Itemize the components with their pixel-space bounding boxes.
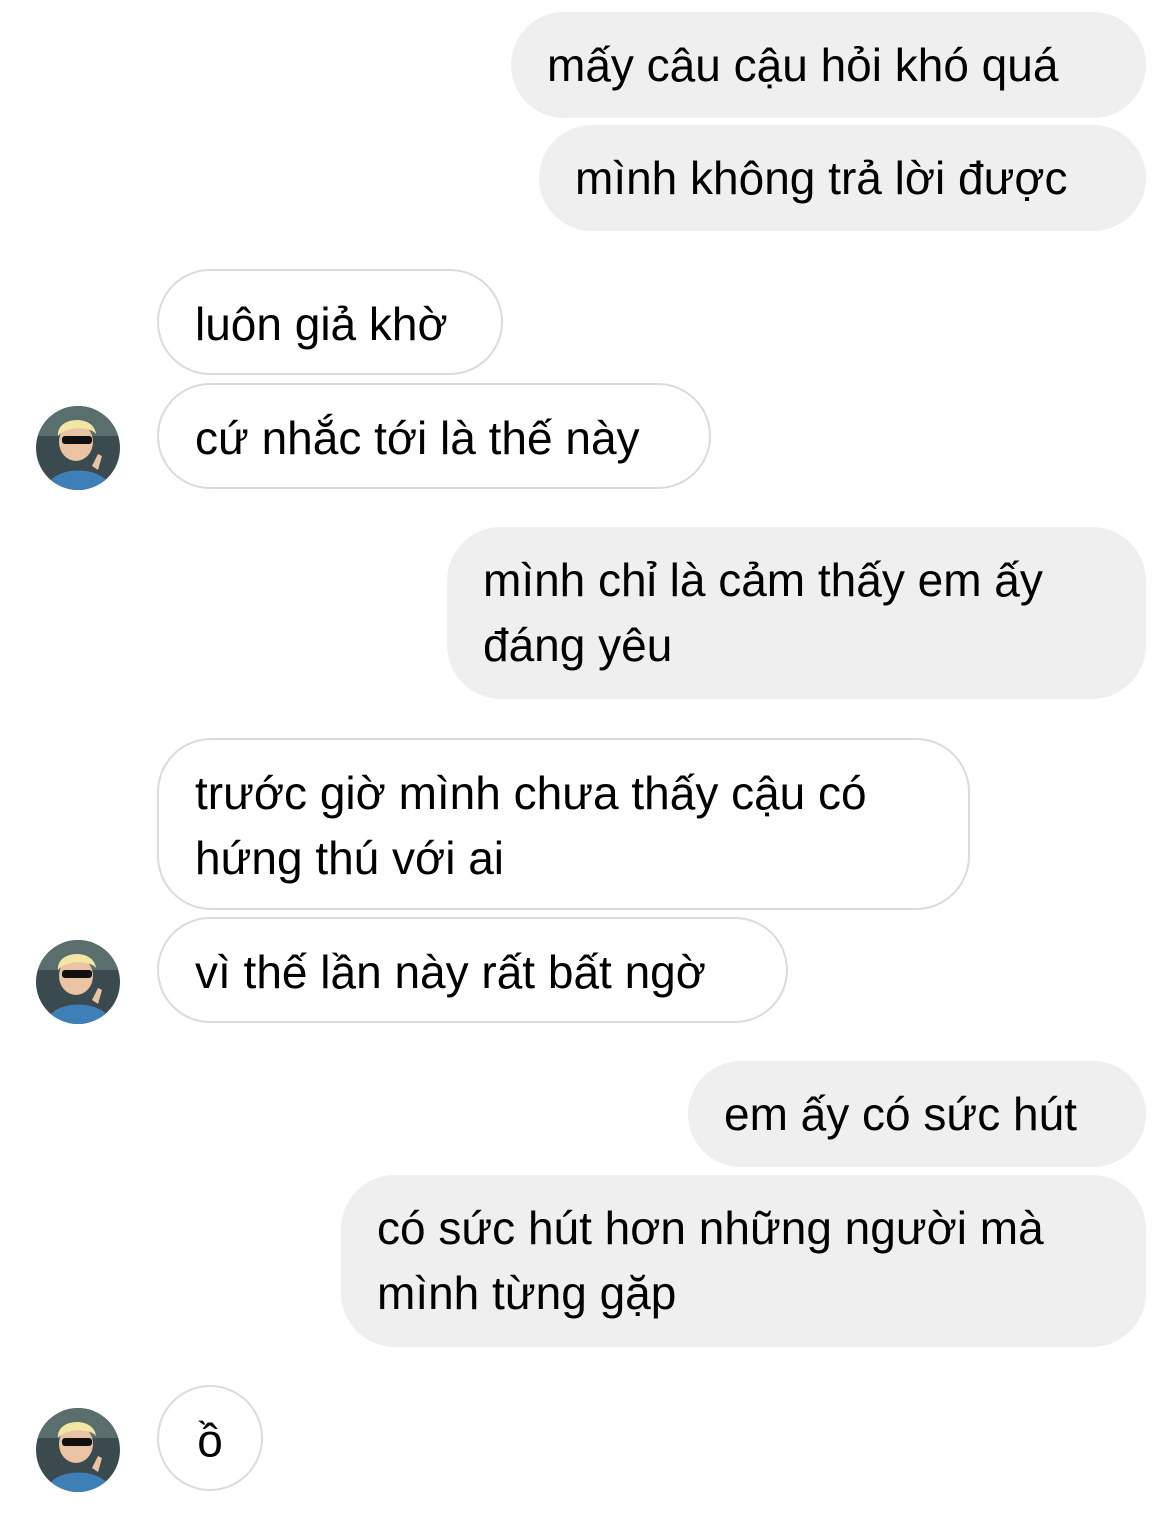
message-bubble-outgoing[interactable]: em ấy có sức hút <box>688 1061 1146 1167</box>
message-text: mấy câu cậu hỏi khó quá <box>547 39 1059 91</box>
message-thread: mấy câu cậu hỏi khó quá mình không trả l… <box>0 0 1170 1531</box>
message-text-line: có sức hút hơn những người mà <box>377 1202 1044 1254</box>
message-text: vì thế lần này rất bất ngờ <box>195 946 706 998</box>
message-text-line: trước giờ mình chưa thấy cậu có <box>195 767 867 819</box>
message-text: mình không trả lời được <box>575 152 1068 204</box>
message-text-line: đáng yêu <box>483 619 673 671</box>
message-bubble-incoming[interactable]: luôn giả khờ <box>157 269 503 375</box>
message-text: luôn giả khờ <box>195 298 448 350</box>
contact-avatar-photo-icon[interactable] <box>36 406 120 490</box>
message-text-line: mình chỉ là cảm thấy em ấy <box>483 554 1043 606</box>
message-bubble-incoming[interactable]: vì thế lần này rất bất ngờ <box>157 917 788 1023</box>
message-text-line: hứng thú với ai <box>195 832 505 884</box>
message-bubble-outgoing[interactable]: có sức hút hơn những người mà mình từng … <box>341 1175 1146 1347</box>
message-text: cứ nhắc tới là thế này <box>195 412 640 464</box>
message-text-line: mình từng gặp <box>377 1267 677 1319</box>
message-bubble-incoming[interactable]: ồ <box>157 1385 263 1491</box>
message-bubble-incoming[interactable]: cứ nhắc tới là thế này <box>157 383 711 489</box>
message-bubble-outgoing[interactable]: mấy câu cậu hỏi khó quá <box>511 12 1146 118</box>
message-bubble-outgoing[interactable]: mình không trả lời được <box>539 125 1146 231</box>
message-text: em ấy có sức hút <box>724 1088 1077 1140</box>
contact-avatar-photo-icon[interactable] <box>36 940 120 1024</box>
contact-avatar-photo-icon[interactable] <box>36 1408 120 1492</box>
message-bubble-incoming[interactable]: trước giờ mình chưa thấy cậu có hứng thú… <box>157 738 970 910</box>
message-bubble-outgoing[interactable]: mình chỉ là cảm thấy em ấy đáng yêu <box>447 527 1146 699</box>
message-text: ồ <box>197 1414 223 1466</box>
